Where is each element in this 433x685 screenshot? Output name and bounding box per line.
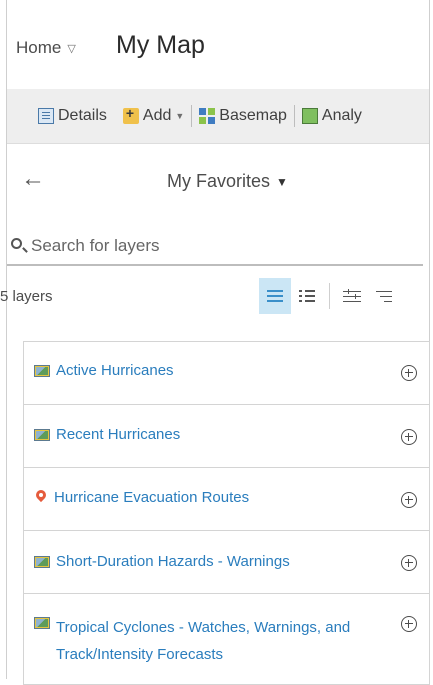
- filter-icon: [343, 289, 361, 303]
- sort-button[interactable]: [368, 278, 400, 314]
- add-icon: [122, 105, 139, 124]
- window-left-edge: [0, 0, 7, 679]
- layer-list: Active Hurricanes Recent Hurricanes Hurr…: [23, 341, 430, 685]
- layer-link[interactable]: Hurricane Evacuation Routes: [54, 489, 419, 507]
- add-layer-icon[interactable]: [401, 555, 417, 571]
- chevron-down-icon: ▽: [67, 42, 76, 55]
- view-tools: [259, 278, 400, 314]
- list-item: Hurricane Evacuation Routes: [24, 468, 429, 531]
- layer-link[interactable]: Short-Duration Hazards - Warnings: [56, 553, 419, 571]
- layer-link[interactable]: Tropical Cyclones - Watches, Warnings, a…: [56, 614, 385, 668]
- map-toolbar: Details Add ▼ Basemap Analy: [7, 89, 429, 144]
- basemap-button[interactable]: Basemap: [193, 107, 293, 125]
- details-icon: [38, 108, 54, 124]
- add-layer-icon[interactable]: [401, 429, 417, 445]
- feature-layer-icon: [34, 429, 50, 441]
- list-item: Active Hurricanes: [24, 342, 429, 405]
- layer-link[interactable]: Recent Hurricanes: [56, 426, 419, 444]
- feature-layer-icon: [34, 556, 50, 568]
- sort-icon: [376, 290, 392, 302]
- back-arrow-icon[interactable]: ←: [21, 165, 45, 193]
- add-layer-icon[interactable]: [401, 492, 417, 508]
- add-layer-icon[interactable]: [401, 616, 417, 632]
- toolbar-divider: [191, 105, 193, 127]
- feature-layer-icon: [34, 617, 50, 629]
- favorites-title: My Favorites: [167, 171, 271, 191]
- map-title: My Map: [116, 31, 205, 59]
- list-item: Short-Duration Hazards - Warnings: [24, 531, 429, 594]
- list-view-button[interactable]: [259, 278, 291, 314]
- analysis-icon: [301, 108, 318, 124]
- basemap-label: Basemap: [219, 107, 287, 124]
- panel-header: ← My Favorites ▼: [7, 144, 429, 214]
- search-input[interactable]: [29, 232, 413, 260]
- feature-layer-icon: [34, 365, 50, 377]
- list-item: Recent Hurricanes: [24, 405, 429, 468]
- caret-down-icon: ▼: [276, 174, 288, 189]
- layer-link[interactable]: Active Hurricanes: [56, 362, 419, 380]
- add-layer-icon[interactable]: [401, 365, 417, 381]
- list-item: Tropical Cyclones - Watches, Warnings, a…: [24, 594, 429, 685]
- map-pin-icon: [34, 490, 48, 504]
- details-label: Details: [58, 107, 107, 124]
- toolbar-divider: [293, 105, 295, 127]
- list-view-icon: [267, 290, 283, 302]
- layer-count: 5 layers: [0, 288, 53, 305]
- details-button[interactable]: Details: [32, 107, 113, 125]
- add-button[interactable]: Add ▼: [117, 105, 190, 125]
- favorites-dropdown[interactable]: My Favorites ▼: [167, 171, 288, 192]
- dropdown-arrow-icon: ▼: [175, 111, 185, 121]
- detail-view-button[interactable]: [291, 278, 323, 314]
- detail-list-icon: [299, 290, 315, 302]
- app-header: Home ▽ My Map: [7, 0, 429, 88]
- add-label: Add: [142, 107, 172, 124]
- basemap-icon: [199, 108, 216, 124]
- layer-search: [7, 228, 423, 266]
- analysis-button[interactable]: Analy: [296, 107, 368, 125]
- home-label: Home: [16, 38, 62, 57]
- analysis-label: Analy: [321, 107, 362, 124]
- search-icon: [11, 238, 22, 249]
- filter-button[interactable]: [336, 278, 368, 314]
- tools-divider: [329, 283, 330, 309]
- home-menu[interactable]: Home ▽: [16, 38, 76, 58]
